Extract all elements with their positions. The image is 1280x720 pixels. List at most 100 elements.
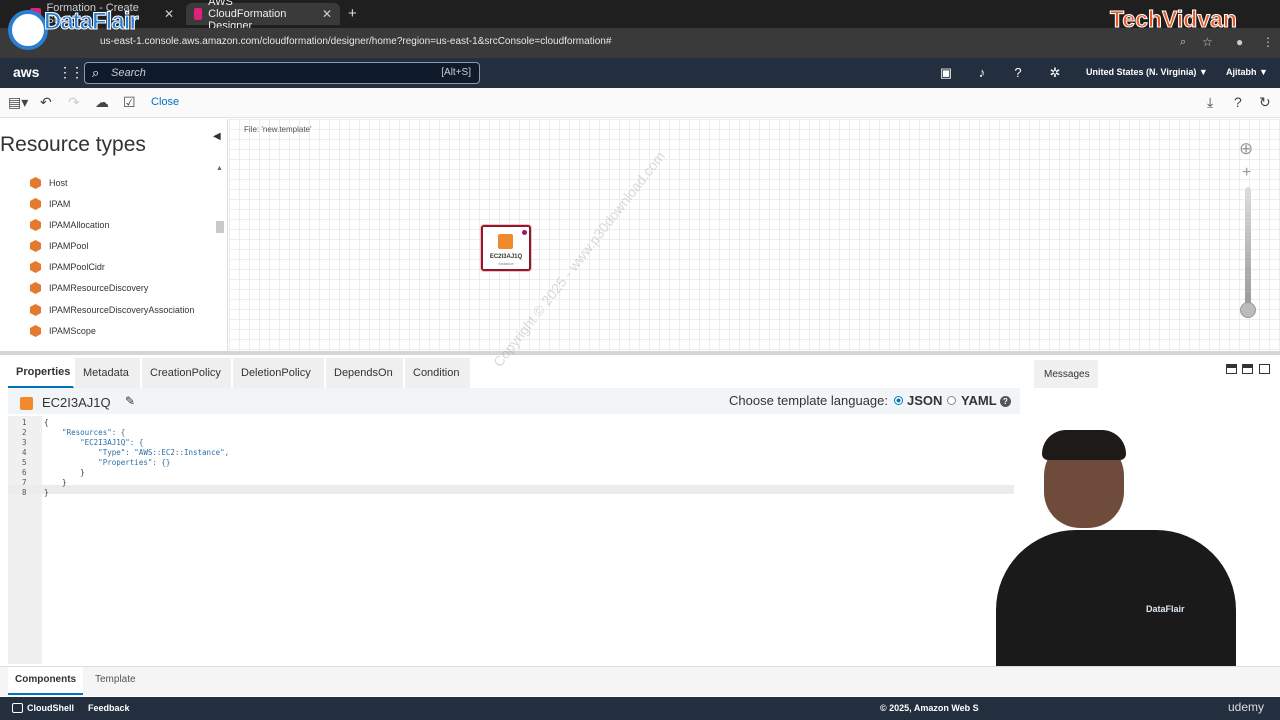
code-line: "EC2I3AJ1Q": { [44,438,144,447]
resource-types-panel: Resource types ◀ ▲ Host IPAM IPAMAllocat… [0,119,228,351]
presenter-hair [1042,430,1126,460]
gear-icon[interactable]: ✲ [1047,65,1063,81]
feedback-link[interactable]: Feedback [88,703,130,713]
bell-icon[interactable]: ♪ [974,65,990,81]
udemy-watermark: udemy [1228,700,1265,714]
zoom-slider[interactable] [1245,187,1251,307]
tab-components[interactable]: Components [8,667,84,695]
ec2-instance-icon [498,234,513,249]
resource-item-label: IPAM [49,199,71,209]
help-icon[interactable]: ? [1000,396,1011,407]
aws-logo[interactable]: aws [13,64,39,80]
layout-bottom-icon[interactable] [1226,364,1237,374]
resource-item-ipam[interactable]: IPAM [30,196,70,212]
designer-canvas[interactable]: File: 'new.template' EC2I3AJ1Q Instance … [229,119,1280,351]
tab-metadata[interactable]: Metadata [75,358,141,388]
connection-handle-icon[interactable] [522,230,527,235]
resource-types-title: Resource types [0,133,146,156]
resource-item-label: IPAMPool [49,241,89,251]
file-menu-icon[interactable]: ▤▾ [8,94,28,111]
tab-properties[interactable]: Properties [8,358,74,388]
help-icon[interactable]: ? [1010,65,1026,81]
tab-template[interactable]: Template [87,667,144,695]
designer-toolbar: ▤▾ ↶ ↷ ☁ ☑ Close ⤓ ? ↻ [0,88,1280,118]
resource-item-ipamscope[interactable]: IPAMScope [30,323,96,339]
bookmark-star-icon[interactable]: ☆ [1202,35,1213,49]
edit-pencil-icon[interactable]: ✎ [125,394,135,408]
undo-icon[interactable]: ↶ [40,94,52,111]
profile-icon[interactable]: ● [1236,35,1243,49]
help-icon[interactable]: ? [1234,94,1242,110]
close-button[interactable]: Close [151,96,179,108]
resource-item-ipamresourcediscovery[interactable]: IPAMResourceDiscovery [30,280,148,296]
bottom-tab-bar: Components Template [0,666,1280,696]
code-line: } [44,488,49,497]
node-type: Instance [498,261,514,266]
panel-divider[interactable] [0,351,1280,355]
close-tab-icon[interactable]: ✕ [322,7,332,21]
url-field[interactable]: us-east-1.console.aws.amazon.com/cloudfo… [100,36,611,47]
line-number: 3 [22,438,27,447]
browser-menu-icon[interactable]: ⋮ [1262,35,1274,49]
node-name: EC2I3AJ1Q [489,254,523,260]
tab-condition[interactable]: Condition [405,358,471,388]
resource-item-label: IPAMAllocation [49,220,110,230]
search-input[interactable]: ⌕ Search [Alt+S] [84,62,480,84]
resource-item-label: IPAMScope [49,326,96,336]
close-tab-icon[interactable]: ✕ [164,7,174,21]
code-editor[interactable]: 1 2 3 4 5 6 7 8 { "Resources": { "EC2I3A… [8,416,1014,664]
json-radio[interactable] [894,396,903,405]
layout-split-icon[interactable] [1242,364,1253,374]
zoom-icon[interactable]: ⌕ [1180,36,1186,49]
ec2-instance-icon [20,397,33,410]
tab-deletionpolicy[interactable]: DeletionPolicy [233,358,325,388]
zoom-in-icon[interactable]: + [1242,164,1251,182]
redo-icon[interactable]: ↷ [68,94,80,111]
cloudformation-favicon-icon [194,8,203,20]
resource-item-host[interactable]: Host [30,175,68,191]
properties-header: EC2I3AJ1Q ✎ Choose template language: JS… [8,388,1020,414]
zoom-slider-thumb[interactable] [1240,302,1256,318]
yaml-radio-label[interactable]: YAML [961,393,997,408]
copyright-text: © 2025, Amazon Web S [880,703,979,713]
properties-panel: Properties Metadata CreationPolicy Delet… [8,358,1020,666]
messages-tab[interactable]: Messages [1034,360,1098,388]
presenter-shirt [996,530,1236,666]
line-number: 5 [22,458,27,467]
resource-item-label: Host [49,178,68,188]
maximize-icon[interactable] [1259,364,1270,374]
tab-dependson[interactable]: DependsOn [326,358,404,388]
resource-item-label: IPAMPoolCidr [49,262,105,272]
resource-icon [30,261,41,273]
shirt-logo: DataFlair [1146,604,1185,614]
account-menu[interactable]: Ajitabh ▼ [1226,67,1268,77]
presenter-webcam: DataFlair [996,430,1280,666]
resource-list-scrollbar[interactable]: ▲ [216,165,224,347]
upload-cloud-icon[interactable]: ☁ [95,94,109,111]
download-icon[interactable]: ⤓ [1207,94,1213,111]
dataflair-logo: DataFlair [8,6,139,52]
resource-item-ipamresourcediscoveryassociation[interactable]: IPAMResourceDiscoveryAssociation [30,302,194,318]
file-name-label: File: 'new.template' [244,125,312,134]
fit-view-icon[interactable]: ⊕ [1239,139,1253,159]
validate-icon[interactable]: ☑ [123,94,136,111]
collapse-panel-icon[interactable]: ◀ [213,131,221,142]
ec2-instance-node[interactable]: EC2I3AJ1Q Instance [481,225,531,271]
messages-panel: Messages DataFlair [996,358,1280,666]
code-line: } [44,478,67,487]
dataflair-logo-icon [8,10,48,50]
resource-item-ipampool[interactable]: IPAMPool [30,238,88,254]
new-tab-button[interactable]: + [348,5,357,22]
cloudshell-icon[interactable]: ▣ [938,65,954,81]
resource-item-ipamallocation[interactable]: IPAMAllocation [30,217,109,233]
cloudshell-icon[interactable] [12,703,23,713]
browser-tab-designer[interactable]: AWS CloudFormation Designer ✕ [186,0,340,32]
yaml-radio[interactable] [947,396,956,405]
refresh-icon[interactable]: ↻ [1259,94,1271,111]
resource-item-ipampoolcidr[interactable]: IPAMPoolCidr [30,259,105,275]
json-radio-label[interactable]: JSON [907,393,942,408]
browser-tab-bar: Formation - Create Stack ✕ AWS CloudForm… [0,0,1280,32]
region-selector[interactable]: United States (N. Virginia) ▼ [1086,67,1208,77]
cloudshell-link[interactable]: CloudShell [27,703,74,713]
tab-creationpolicy[interactable]: CreationPolicy [142,358,232,388]
